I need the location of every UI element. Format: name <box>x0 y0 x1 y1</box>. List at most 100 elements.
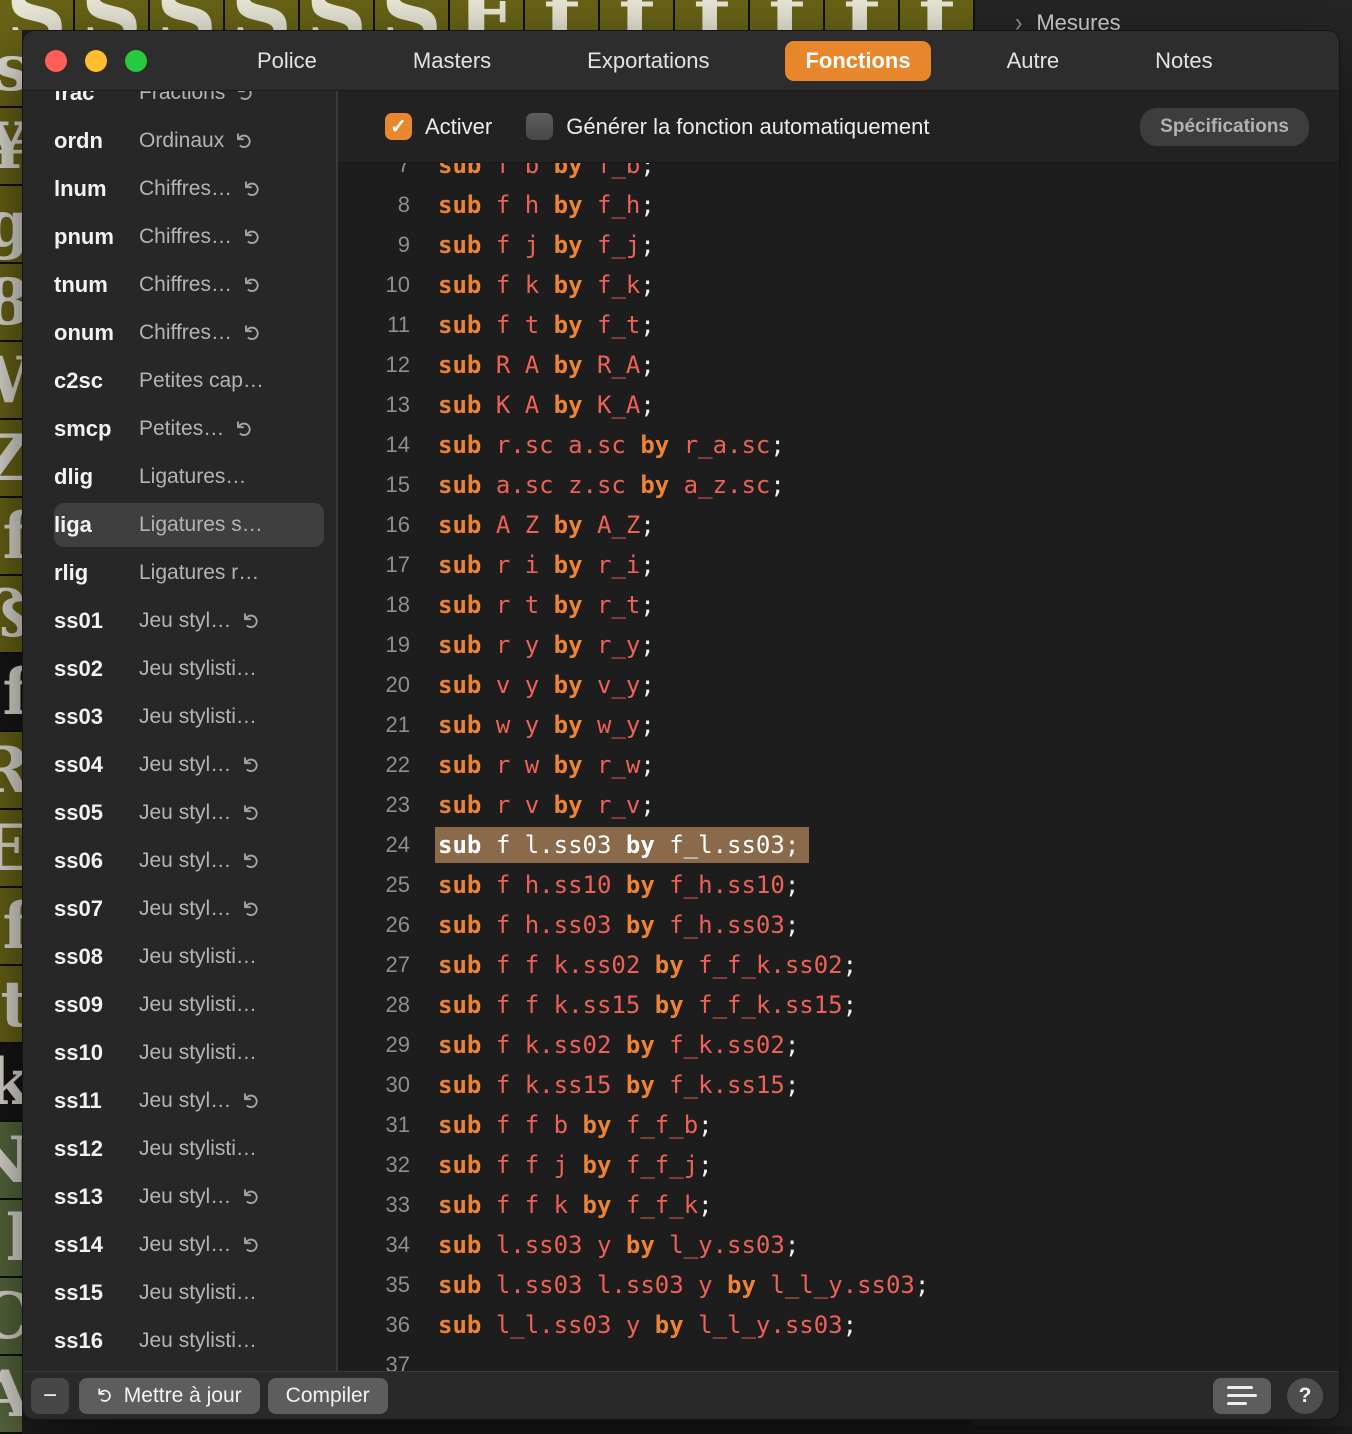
sidebar-item-ss03[interactable]: ss03Jeu stylisti… <box>23 693 336 741</box>
sidebar-item-c2sc[interactable]: c2scPetites cap… <box>23 357 336 405</box>
help-button[interactable]: ? <box>1287 1378 1323 1414</box>
remove-feature-button[interactable]: − <box>31 1378 69 1414</box>
feature-code-editor[interactable]: 7sub f b by f_b;8sub f h by f_h;9sub f j… <box>338 163 1340 1373</box>
line-number: 24 <box>338 832 410 858</box>
sidebar-item-dlig[interactable]: dligLigatures… <box>23 453 336 501</box>
tab-police[interactable]: Police <box>237 41 337 81</box>
line-number: 10 <box>338 272 410 298</box>
sidebar-item-ss07[interactable]: ss07Jeu styl…↻ <box>23 885 336 933</box>
minimize-button[interactable] <box>85 50 107 72</box>
tab-exportations[interactable]: Exportations <box>567 41 729 81</box>
code-line: 36sub l_l.ss03 y by l_l_y.ss03; <box>338 1305 1340 1345</box>
auto-refresh-icon: ↻ <box>239 1188 265 1206</box>
feature-description: Jeu styl… <box>139 897 231 921</box>
code-text: sub f b by f_b; <box>438 163 655 179</box>
sidebar-item-frac[interactable]: fracFractions↻ <box>23 91 336 117</box>
feature-tag: ss13 <box>54 1184 139 1210</box>
code-text: sub R A by R_A; <box>438 351 655 379</box>
code-line: 18sub r t by r_t; <box>338 585 1340 625</box>
tab-notes[interactable]: Notes <box>1135 41 1232 81</box>
line-number: 21 <box>338 712 410 738</box>
sidebar-item-ss08[interactable]: ss08Jeu stylisti… <box>23 933 336 981</box>
glyph-cell: E <box>0 810 22 888</box>
glyph-cell: N <box>0 1122 22 1200</box>
specifications-button[interactable]: Spécifications <box>1140 108 1309 146</box>
sidebar-item-ss11[interactable]: ss11Jeu styl…↻ <box>23 1077 336 1125</box>
sidebar-item-ordn[interactable]: ordnOrdinaux↻ <box>23 117 336 165</box>
sidebar-item-ss05[interactable]: ss05Jeu styl…↻ <box>23 789 336 837</box>
list-view-button[interactable] <box>1213 1378 1271 1414</box>
glyph-cell: S <box>225 0 300 30</box>
glyph-cell: A <box>0 1356 22 1434</box>
sidebar-item-ss01[interactable]: ss01Jeu styl…↻ <box>23 597 336 645</box>
line-number: 12 <box>338 352 410 378</box>
sidebar-item-lnum[interactable]: lnumChiffres…↻ <box>23 165 336 213</box>
code-line: 20sub v y by v_y; <box>338 665 1340 705</box>
sidebar-item-ss04[interactable]: ss04Jeu styl…↻ <box>23 741 336 789</box>
code-line: 26sub f h.ss03 by f_h.ss03; <box>338 905 1340 945</box>
window-controls <box>45 50 147 72</box>
enable-checkbox[interactable]: ✓ <box>385 113 412 140</box>
line-number: 16 <box>338 512 410 538</box>
code-text: sub f f k by f_f_k; <box>438 1191 713 1219</box>
feature-tag: ss09 <box>54 992 139 1018</box>
zoom-button[interactable] <box>125 50 147 72</box>
line-number: 31 <box>338 1112 410 1138</box>
dialog-titlebar: Police Masters Exportations Fonctions Autre N… <box>23 31 1339 91</box>
feature-content: ✓ Activer Générer la fonction automatiqu… <box>338 91 1340 1373</box>
code-line: 24sub f l.ss03 by f_l.ss03; <box>338 825 1340 865</box>
line-number: 19 <box>338 632 410 658</box>
sidebar-item-ss02[interactable]: ss02Jeu stylisti… <box>23 645 336 693</box>
glyph-cell: W <box>0 342 22 420</box>
update-button[interactable]: ↻ Mettre à jour <box>79 1378 260 1414</box>
code-line: 16 sub A Z by A_Z; <box>338 505 1340 545</box>
code-text: sub f f j by f_f_j; <box>438 1151 713 1179</box>
auto-generate-checkbox[interactable] <box>526 113 553 140</box>
glyph-cell: C <box>0 1278 22 1356</box>
sidebar-item-ss15[interactable]: ss15Jeu stylisti… <box>23 1269 336 1317</box>
code-line: 28sub f f k.ss15 by f_f_k.ss15; <box>338 985 1340 1025</box>
sidebar-item-ss06[interactable]: ss06Jeu styl…↻ <box>23 837 336 885</box>
close-button[interactable] <box>45 50 67 72</box>
feature-tag: pnum <box>54 224 139 250</box>
sidebar-item-rlig[interactable]: rligLigatures r… <box>23 549 336 597</box>
auto-refresh-icon: ↻ <box>240 180 266 198</box>
code-line: 13sub K A by K_A; <box>338 385 1340 425</box>
feature-description: Jeu styl… <box>139 753 231 777</box>
auto-refresh-icon: ↻ <box>234 91 260 102</box>
feature-tag: ss01 <box>54 608 139 634</box>
sidebar-item-ss14[interactable]: ss14Jeu styl…↻ <box>23 1221 336 1269</box>
sidebar-item-ss16[interactable]: ss16Jeu stylisti… <box>23 1317 336 1365</box>
feature-tag: lnum <box>54 176 139 202</box>
compile-button[interactable]: Compiler <box>268 1378 388 1414</box>
auto-refresh-icon: ↻ <box>239 612 265 630</box>
line-number: 25 <box>338 872 410 898</box>
auto-refresh-icon: ↻ <box>239 804 265 822</box>
sidebar-item-liga[interactable]: ligaLigatures s… <box>23 501 336 549</box>
sidebar-item-ss13[interactable]: ss13Jeu styl…↻ <box>23 1173 336 1221</box>
feature-description: Jeu styl… <box>139 1233 231 1257</box>
tab-masters[interactable]: Masters <box>393 41 511 81</box>
sidebar-item-pnum[interactable]: pnumChiffres…↻ <box>23 213 336 261</box>
auto-refresh-icon: ↻ <box>232 132 258 150</box>
code-text: sub l.ss03 y by l_y.ss03; <box>438 1231 799 1259</box>
sidebar-item-ss10[interactable]: ss10Jeu stylisti… <box>23 1029 336 1077</box>
sidebar-item-tnum[interactable]: tnumChiffres…↻ <box>23 261 336 309</box>
tab-fonctions[interactable]: Fonctions <box>785 41 930 81</box>
code-line: 21sub w y by w_y; <box>338 705 1340 745</box>
sidebar-item-ss09[interactable]: ss09Jeu stylisti… <box>23 981 336 1029</box>
line-number: 17 <box>338 552 410 578</box>
sidebar-item-ss12[interactable]: ss12Jeu stylisti… <box>23 1125 336 1173</box>
code-text: sub f h.ss10 by f_h.ss10; <box>438 871 799 899</box>
code-text: sub f h by f_h; <box>438 191 655 219</box>
glyph-cell: R <box>0 732 22 810</box>
sidebar-item-onum[interactable]: onumChiffres…↻ <box>23 309 336 357</box>
code-line: 19sub r y by r_y; <box>338 625 1340 665</box>
code-line: 8sub f h by f_h; <box>338 185 1340 225</box>
code-text: sub A Z by A_Z; <box>438 511 655 539</box>
sidebar-item-smcp[interactable]: smcpPetites…↻ <box>23 405 336 453</box>
tab-autre[interactable]: Autre <box>987 41 1080 81</box>
glyph-cell: Z <box>0 420 22 498</box>
feature-tag: ss02 <box>54 656 139 682</box>
code-text: sub f h.ss03 by f_h.ss03; <box>438 911 799 939</box>
